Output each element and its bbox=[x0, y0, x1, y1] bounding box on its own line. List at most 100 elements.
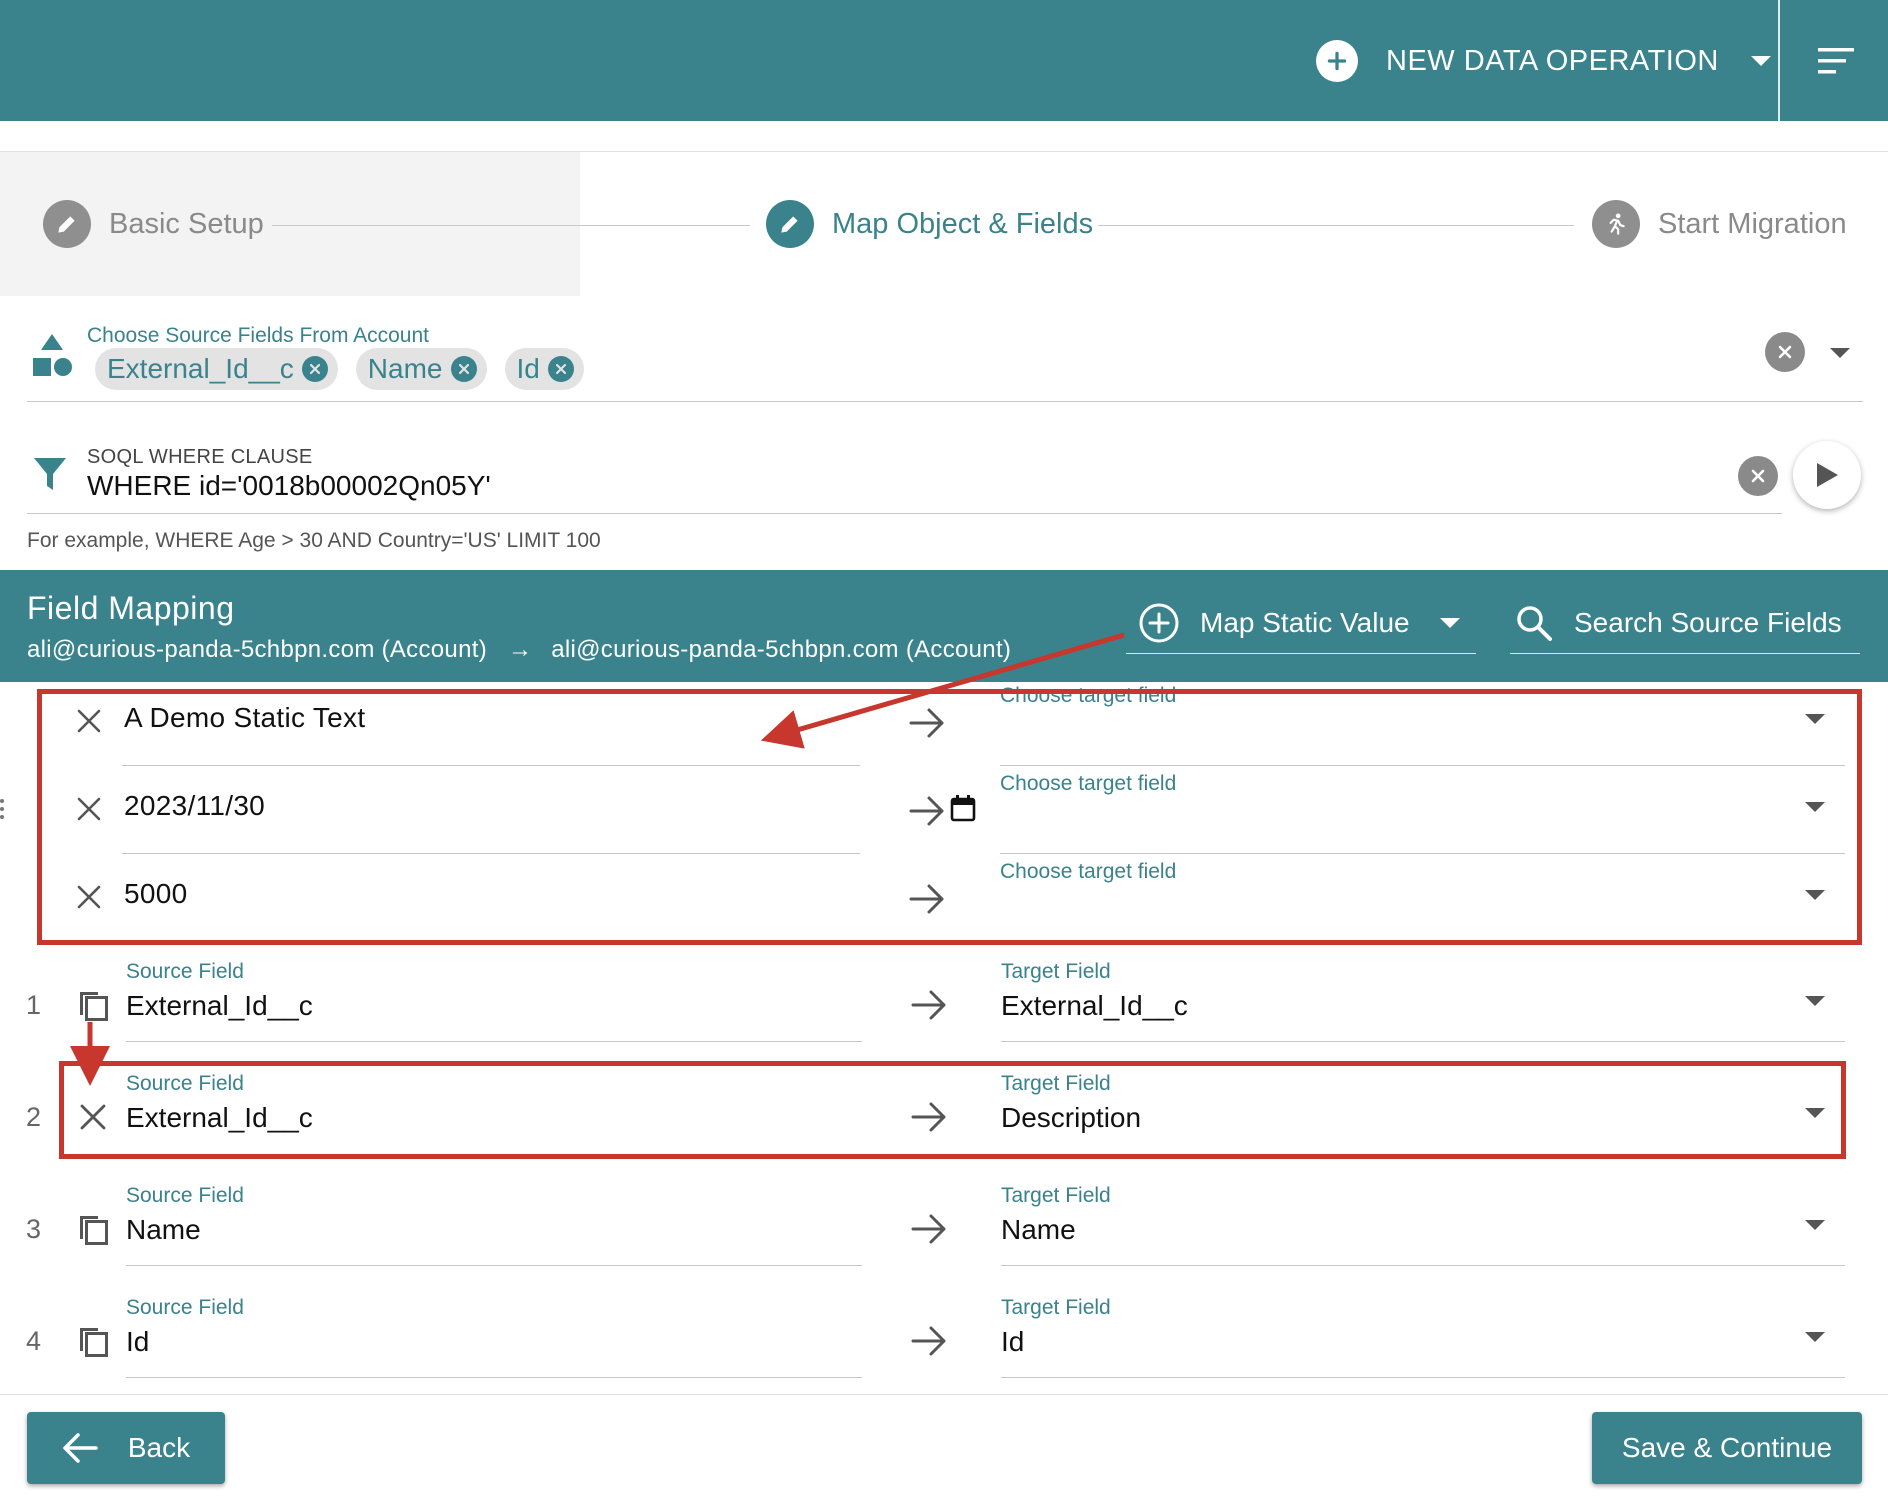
arrow-right-icon bbox=[911, 1326, 946, 1356]
new-data-operation-button[interactable]: NEW DATA OPERATION bbox=[1316, 36, 1771, 86]
footer-divider bbox=[0, 1394, 1888, 1395]
target-field-select[interactable]: Target Field Id bbox=[1001, 1288, 1845, 1378]
source-field[interactable]: Source Field External_Id__c bbox=[126, 1064, 862, 1154]
org-arrow: → bbox=[507, 636, 533, 663]
search-source-fields-input[interactable] bbox=[1574, 606, 1854, 639]
source-field-chips: External_Id__c Name Id bbox=[95, 348, 584, 390]
mapping-row: 2 Source Field External_Id__c Target Fie… bbox=[0, 1064, 1888, 1154]
target-field-select[interactable]: Target Field External_Id__c bbox=[1001, 952, 1845, 1042]
step-map-object-fields[interactable]: Map Object & Fields bbox=[766, 199, 1093, 249]
filter-list-icon[interactable] bbox=[1816, 46, 1856, 76]
close-icon[interactable] bbox=[76, 1100, 110, 1134]
source-field[interactable]: Source Field External_Id__c bbox=[126, 952, 862, 1042]
target-field-label: Choose target field bbox=[1000, 684, 1177, 707]
chevron-down-icon bbox=[1805, 714, 1825, 724]
row-number: 3 bbox=[26, 1214, 42, 1244]
top-app-bar: NEW DATA OPERATION bbox=[0, 0, 1888, 121]
target-field-label: Target Field bbox=[1001, 1184, 1111, 1207]
run-icon bbox=[1592, 200, 1640, 248]
chip-remove-icon[interactable] bbox=[301, 356, 328, 382]
step-start-migration[interactable]: Start Migration bbox=[1592, 199, 1847, 249]
source-fields-select[interactable]: Choose Source Fields From Account Extern… bbox=[27, 318, 1863, 402]
step-connector bbox=[1098, 225, 1574, 226]
source-org: ali@curious-panda-5chbpn.com (Account) bbox=[27, 636, 487, 663]
chip-label: Name bbox=[367, 353, 443, 384]
back-label: Back bbox=[127, 1432, 191, 1463]
copy-icon[interactable] bbox=[76, 1324, 110, 1358]
target-field-label: Choose target field bbox=[1000, 772, 1177, 795]
clear-source-fields-icon[interactable] bbox=[1765, 332, 1805, 372]
edit-icon bbox=[43, 200, 91, 248]
source-field-value: External_Id__c bbox=[126, 1102, 313, 1133]
close-icon[interactable] bbox=[76, 796, 102, 822]
step-basic-setup[interactable]: Basic Setup bbox=[43, 199, 264, 249]
source-field-value: External_Id__c bbox=[126, 990, 313, 1021]
target-field-label: Target Field bbox=[1001, 960, 1111, 983]
close-icon[interactable] bbox=[76, 708, 102, 734]
soql-where-field: SOQL WHERE CLAUSE bbox=[27, 438, 1782, 514]
arrow-right-icon bbox=[911, 1214, 946, 1244]
run-query-button[interactable] bbox=[1793, 441, 1861, 509]
row-number: 4 bbox=[26, 1326, 42, 1356]
target-field-label: Choose target field bbox=[1000, 860, 1177, 883]
target-field-select[interactable]: Choose target field bbox=[1000, 766, 1845, 854]
copy-icon[interactable] bbox=[76, 988, 110, 1022]
target-field-select[interactable]: Target Field Description bbox=[1001, 1064, 1845, 1154]
soql-where-input[interactable] bbox=[87, 470, 1687, 502]
chevron-down-icon bbox=[1805, 890, 1825, 900]
close-icon[interactable] bbox=[76, 884, 102, 910]
static-date-input[interactable] bbox=[124, 790, 824, 822]
target-org: ali@curious-panda-5chbpn.com (Account) bbox=[551, 636, 1012, 663]
add-circle-outline-icon bbox=[1139, 603, 1179, 642]
source-field-label: Source Field bbox=[126, 1184, 244, 1207]
target-field-label: Target Field bbox=[1001, 1072, 1111, 1095]
chip-name[interactable]: Name bbox=[355, 348, 487, 390]
source-field[interactable]: Source Field Name bbox=[126, 1176, 862, 1266]
target-field-select[interactable]: Choose target field bbox=[1000, 678, 1845, 766]
static-value-row: Choose target field bbox=[0, 678, 1888, 766]
soql-label: SOQL WHERE CLAUSE bbox=[87, 446, 313, 468]
edit-icon bbox=[766, 200, 814, 248]
field-mapping-title: Field Mapping bbox=[27, 590, 235, 626]
chip-id[interactable]: Id bbox=[504, 348, 584, 390]
save-continue-button[interactable]: Save & Continue bbox=[1592, 1412, 1862, 1484]
target-field-select[interactable]: Target Field Name bbox=[1001, 1176, 1845, 1266]
chevron-down-icon[interactable] bbox=[1830, 348, 1850, 358]
row-number: 2 bbox=[26, 1102, 42, 1132]
mapping-row: 3 Source Field Name Target Field Name bbox=[0, 1176, 1888, 1266]
chip-label: Id bbox=[516, 353, 540, 384]
arrow-right-icon bbox=[911, 990, 946, 1020]
target-field-label: Target Field bbox=[1001, 1296, 1111, 1319]
field-mapping-header: Field Mapping ali@curious-panda-5chbpn.c… bbox=[0, 570, 1888, 682]
chevron-down-icon bbox=[1805, 1108, 1825, 1118]
chip-remove-icon[interactable] bbox=[547, 356, 574, 382]
search-source-fields[interactable] bbox=[1510, 592, 1860, 654]
static-value-field bbox=[122, 678, 860, 766]
clear-soql-icon[interactable] bbox=[1738, 456, 1778, 496]
play-icon bbox=[1817, 463, 1838, 487]
chevron-down-icon bbox=[1805, 996, 1825, 1006]
arrow-right-icon bbox=[909, 708, 944, 738]
chevron-down-icon bbox=[1439, 617, 1460, 628]
static-value-input[interactable] bbox=[124, 702, 824, 734]
map-static-value-button[interactable]: Map Static Value bbox=[1126, 592, 1476, 654]
source-field-label: Source Field bbox=[126, 1296, 244, 1319]
topbar-divider bbox=[1778, 0, 1780, 121]
static-value-row: Choose target field bbox=[0, 766, 1888, 854]
source-field[interactable]: Source Field Id bbox=[126, 1288, 862, 1378]
copy-icon[interactable] bbox=[76, 1212, 110, 1246]
static-date-field bbox=[122, 766, 976, 854]
back-button[interactable]: Back bbox=[27, 1412, 225, 1484]
static-value-input[interactable] bbox=[124, 878, 824, 910]
target-field-value: External_Id__c bbox=[1001, 990, 1188, 1021]
chip-external-id[interactable]: External_Id__c bbox=[95, 348, 338, 390]
step-label: Basic Setup bbox=[109, 207, 264, 240]
static-value-row: Choose target field bbox=[0, 854, 1888, 942]
target-field-select[interactable]: Choose target field bbox=[1000, 854, 1845, 942]
chip-remove-icon[interactable] bbox=[450, 356, 477, 382]
mapping-row: 4 Source Field Id Target Field Id bbox=[0, 1288, 1888, 1378]
calendar-icon[interactable] bbox=[950, 794, 976, 822]
source-field-value: Name bbox=[126, 1214, 201, 1245]
target-field-value: Id bbox=[1001, 1326, 1025, 1357]
add-circle-icon bbox=[1316, 40, 1358, 82]
